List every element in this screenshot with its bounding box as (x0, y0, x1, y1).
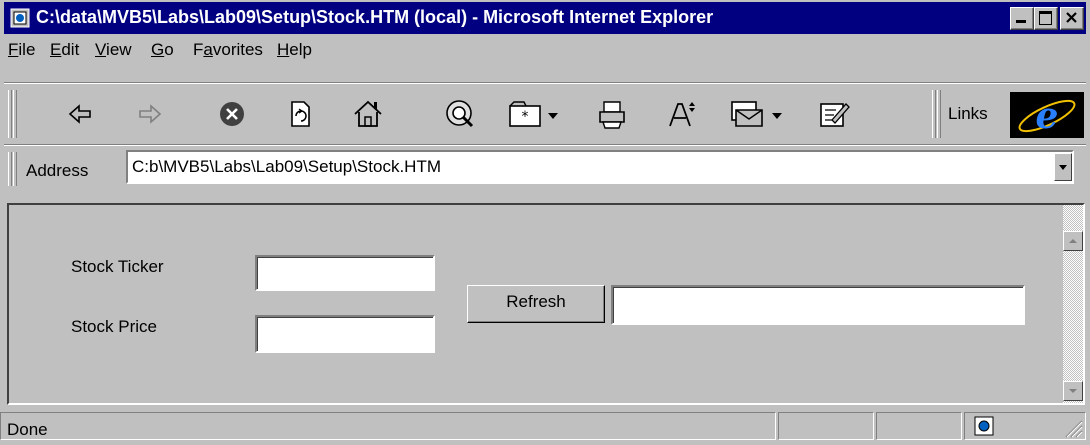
scroll-down-icon (1069, 389, 1077, 393)
browser-window: C:\data\MVB5\Labs\Lab09\Setup\Stock.HTM … (0, 0, 1090, 445)
status-pane-offline (876, 412, 962, 440)
menu-view[interactable]: View (95, 40, 132, 60)
toolbar-grip-line (13, 90, 17, 138)
ie-logo: e (1010, 92, 1084, 138)
menu-bar: File Edit View Go Favorites Help (4, 35, 1084, 65)
back-arrow-icon[interactable] (62, 96, 98, 132)
address-grip-line (13, 152, 17, 186)
chevron-down-icon (1059, 165, 1067, 170)
address-bar: Address C:b\MVB5\Labs\Lab09\Setup\Stock.… (4, 148, 1086, 190)
links-grip-line (937, 90, 941, 138)
refresh-icon[interactable] (282, 96, 318, 132)
address-grip[interactable] (8, 152, 12, 186)
close-button[interactable] (1060, 7, 1084, 30)
maximize-button[interactable] (1034, 7, 1058, 30)
svg-text:*: * (522, 109, 529, 125)
search-icon[interactable] (442, 96, 478, 132)
menu-edit[interactable]: Edit (50, 40, 79, 60)
vertical-scrollbar[interactable] (1063, 205, 1083, 403)
divider (4, 144, 1086, 146)
refresh-button[interactable]: Refresh (467, 285, 605, 323)
title-bar[interactable]: C:\data\MVB5\Labs\Lab09\Setup\Stock.HTM … (4, 2, 1086, 34)
menu-favorites[interactable]: Favorites (193, 40, 263, 60)
address-value: C:b\MVB5\Labs\Lab09\Setup\Stock.HTM (132, 157, 441, 176)
scroll-up-button[interactable] (1063, 231, 1083, 251)
status-bar: Done (0, 408, 1090, 445)
print-icon[interactable] (594, 96, 630, 132)
stock-ticker-label: Stock Ticker (71, 257, 164, 276)
scroll-down-button[interactable] (1063, 381, 1083, 401)
page-content: Stock Ticker Stock Price Refresh (7, 203, 1085, 405)
menu-go[interactable]: Go (151, 40, 174, 60)
address-input[interactable]: C:b\MVB5\Labs\Lab09\Setup\Stock.HTM (126, 150, 1074, 184)
stock-ticker-input[interactable] (255, 255, 435, 291)
font-size-icon[interactable] (664, 96, 700, 132)
menu-help[interactable]: Help (277, 40, 312, 60)
minimize-icon (1016, 20, 1026, 23)
ie-logo-icon: e (1018, 95, 1076, 137)
local-zone-icon (974, 416, 994, 436)
menu-file[interactable]: File (8, 40, 35, 60)
links-grip[interactable] (932, 90, 936, 138)
links-label[interactable]: Links (948, 104, 988, 124)
resize-grip-icon[interactable] (1061, 416, 1083, 438)
ie-page-icon (10, 8, 30, 28)
minimize-button[interactable] (1010, 7, 1034, 30)
maximize-icon (1039, 11, 1052, 25)
close-icon (1066, 12, 1077, 23)
stop-icon[interactable] (214, 96, 250, 132)
home-icon[interactable] (350, 96, 386, 132)
favorites-channel-icon[interactable]: * (504, 96, 568, 132)
edit-icon[interactable] (816, 96, 852, 132)
address-dropdown-button[interactable] (1054, 153, 1072, 181)
stock-price-label: Stock Price (71, 317, 157, 336)
stock-price-input[interactable] (255, 315, 435, 353)
address-label: Address (26, 161, 89, 180)
status-pane-main: Done (0, 412, 776, 440)
scroll-up-icon (1069, 239, 1077, 243)
svg-text:e: e (1036, 95, 1059, 137)
mail-icon[interactable] (728, 96, 792, 132)
divider (4, 82, 1086, 84)
standard-toolbar: * Links e (4, 86, 1086, 142)
window-title: C:\data\MVB5\Labs\Lab09\Setup\Stock.HTM … (36, 7, 714, 27)
status-pane-progress (778, 412, 874, 440)
result-field[interactable] (611, 285, 1025, 325)
status-pane-zone (964, 412, 1086, 440)
status-text: Done (7, 420, 48, 439)
toolbar-grip[interactable] (8, 90, 12, 138)
forward-arrow-icon[interactable] (132, 96, 168, 132)
